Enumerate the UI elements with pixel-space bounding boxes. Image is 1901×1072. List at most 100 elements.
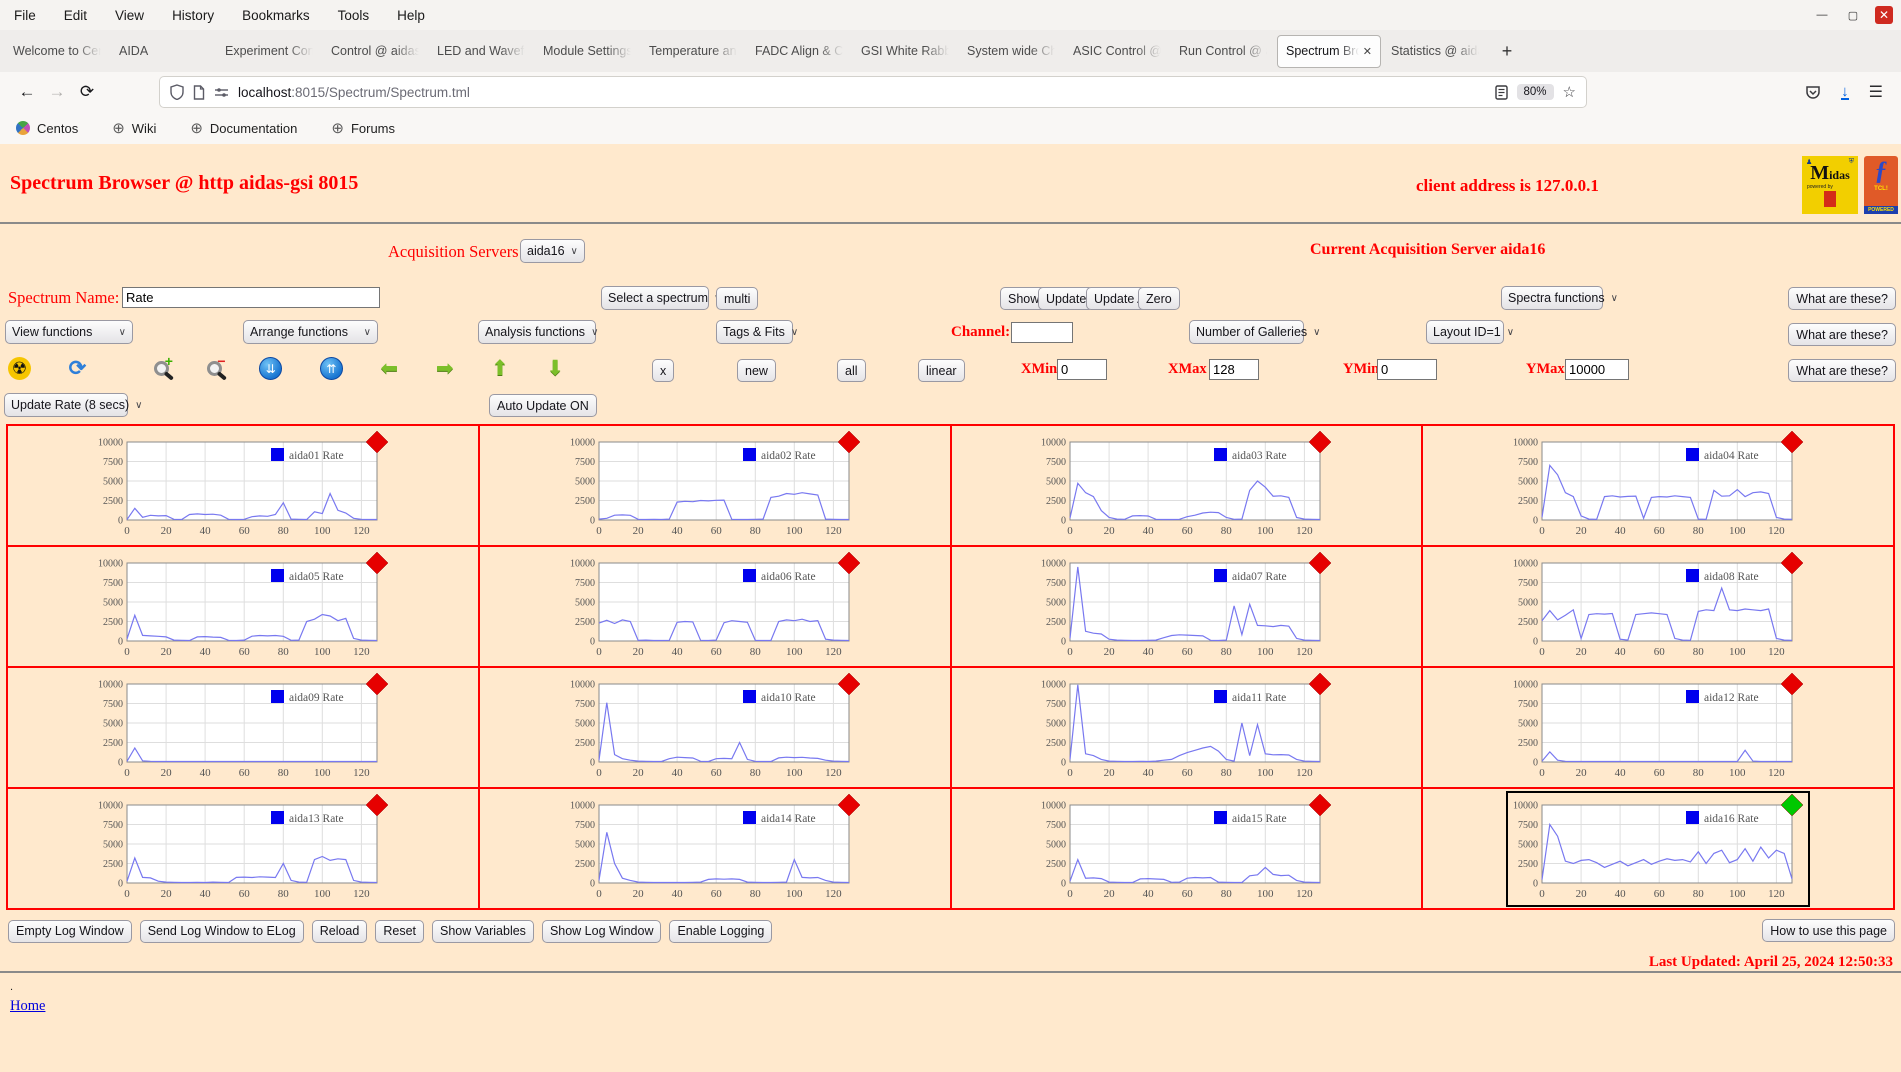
zoom-level-badge[interactable]: 80% [1516, 84, 1554, 100]
zero-button[interactable]: Zero [1138, 287, 1180, 310]
tab-14[interactable]: Statistics @ aidas [1383, 35, 1487, 68]
downloads-icon[interactable]: ↓ [1841, 84, 1849, 100]
channel-input[interactable] [1011, 322, 1073, 343]
chart-aida12[interactable]: 0 20 40 60 80 100 120 0 2500 5000 7500 10000 aida12 … [1508, 672, 1808, 784]
minimize-icon[interactable]: — [1813, 6, 1831, 24]
chart-aida13[interactable]: 0 20 40 60 80 100 120 0 2500 5000 7500 10000 aida13 … [93, 793, 393, 905]
chart-aida04[interactable]: 0 20 40 60 80 100 120 0 2500 5000 7500 10000 aida04 … [1508, 430, 1808, 542]
radiation-icon[interactable]: ☢ [8, 357, 31, 380]
tab-7[interactable]: Temperature and [641, 35, 745, 68]
select-spectrum-dropdown[interactable]: Select a spectrum∨ [601, 286, 721, 310]
move-right-icon[interactable]: ➡ [436, 356, 454, 381]
chart-aida07[interactable]: 0 20 40 60 80 100 120 0 2500 5000 7500 10000 aida07 … [1036, 551, 1336, 663]
tab-10[interactable]: System wide Che [959, 35, 1063, 68]
scroll-up-icon[interactable]: ⇈ [319, 357, 343, 380]
midas-logo[interactable]: ♟ ⛨ Midas powered by [1802, 156, 1858, 214]
reload-button[interactable]: Reload [311, 919, 368, 943]
analysis-functions-dropdown[interactable]: Analysis functions ∨ [478, 320, 598, 344]
tab-8[interactable]: FADC Align & Co [747, 35, 851, 68]
chart-aida06[interactable]: 0 20 40 60 80 100 120 0 2500 5000 7500 10000 aida06 … [565, 551, 865, 663]
chart-aida01[interactable]: 0 20 40 60 80 100 120 0 2500 5000 7500 10000 aida01 … [93, 430, 393, 542]
tab-4[interactable]: Control @ aidas-g [323, 35, 427, 68]
url-text[interactable]: localhost:8015/Spectrum/Spectrum.tml [238, 85, 470, 100]
arrange-functions-dropdown[interactable]: Arrange functions ∨ [243, 320, 378, 344]
chart-aida10[interactable]: 0 20 40 60 80 100 120 0 2500 5000 7500 10000 aida10 … [565, 672, 865, 784]
shield-icon[interactable] [170, 84, 184, 100]
chart-aida14[interactable]: 0 20 40 60 80 100 120 0 2500 5000 7500 10000 aida14 … [565, 793, 865, 905]
zoom-in-icon[interactable]: + [153, 354, 173, 376]
layout-id-dropdown[interactable]: Layout ID=1 ∨ [1426, 320, 1514, 344]
how-to-use-button[interactable]: How to use this page [1762, 919, 1895, 942]
ymin-input[interactable] [1377, 359, 1437, 380]
what-are-these-button-2[interactable]: What are these? [1788, 323, 1896, 346]
show-log-window-button[interactable]: Show Log Window [541, 919, 662, 943]
tab-11[interactable]: ASIC Control @ a [1065, 35, 1169, 68]
chart-aida08[interactable]: 0 20 40 60 80 100 120 0 2500 5000 7500 10000 aida08 … [1508, 551, 1808, 663]
send-log-window-to-elog-button[interactable]: Send Log Window to ELog [139, 919, 304, 943]
bookmark-star-icon[interactable]: ☆ [1563, 83, 1576, 101]
multi-button[interactable]: multi [716, 287, 759, 310]
url-bar[interactable]: localhost:8015/Spectrum/Spectrum.tml 80%… [160, 77, 1586, 107]
menu-history[interactable]: History [172, 8, 214, 23]
maximize-icon[interactable]: ▢ [1844, 6, 1862, 24]
linear-button[interactable]: linear [918, 359, 965, 382]
chart-aida09[interactable]: 0 20 40 60 80 100 120 0 2500 5000 7500 10000 aida09 … [93, 672, 393, 784]
tab-12[interactable]: Run Control @ ai [1171, 35, 1275, 68]
bookmark-centos[interactable]: Centos [13, 118, 78, 138]
ymax-input[interactable] [1565, 359, 1629, 380]
chart-aida15[interactable]: 0 20 40 60 80 100 120 0 2500 5000 7500 10000 aida15 … [1036, 793, 1336, 905]
tab-1[interactable]: Welcome to Cent [5, 35, 109, 68]
tab-6[interactable]: Module Settings S [535, 35, 639, 68]
scroll-down-icon[interactable]: ⇊ [259, 357, 283, 380]
move-down-icon[interactable]: ⬇ [546, 356, 564, 381]
menu-file[interactable]: File [14, 8, 36, 23]
tab-5[interactable]: LED and Wavefor [429, 35, 533, 68]
bookmark-forums[interactable]: ⊕ Forums [331, 121, 395, 136]
chart-aida05[interactable]: 0 20 40 60 80 100 120 0 2500 5000 7500 10000 aida05 … [93, 551, 393, 663]
show-variables-button[interactable]: Show Variables [432, 919, 534, 943]
bookmark-documentation[interactable]: ⊕ Documentation [190, 121, 297, 136]
what-are-these-button-1[interactable]: What are these? [1788, 287, 1896, 310]
spectra-functions-dropdown[interactable]: Spectra functions ∨ [1501, 286, 1618, 310]
chart-aida03[interactable]: 0 20 40 60 80 100 120 0 2500 5000 7500 10000 aida03 … [1036, 430, 1336, 542]
menu-view[interactable]: View [115, 8, 144, 23]
tab-3[interactable]: Experiment Contr [217, 35, 321, 68]
close-icon[interactable]: ✕ [1875, 6, 1893, 24]
tab-2[interactable]: AIDA [111, 35, 215, 68]
tags-fits-dropdown[interactable]: Tags & Fits ∨ [716, 320, 798, 344]
move-left-icon[interactable]: ⬅ [381, 356, 399, 381]
empty-log-window-button[interactable]: Empty Log Window [8, 919, 132, 943]
zoom-out-icon[interactable]: − [206, 354, 226, 376]
home-link[interactable]: Home [10, 998, 45, 1014]
what-are-these-button-3[interactable]: What are these? [1788, 359, 1896, 382]
x-axis-button[interactable]: x [652, 359, 675, 382]
enable-logging-button[interactable]: Enable Logging [669, 919, 773, 943]
permissions-icon[interactable] [214, 86, 229, 98]
reset-button[interactable]: Reset [375, 919, 424, 943]
view-functions-dropdown[interactable]: View functions ∨ [5, 320, 133, 344]
tab-9[interactable]: GSI White Rabbit [853, 35, 957, 68]
move-up-icon[interactable]: ⬆ [491, 356, 509, 381]
menu-tools[interactable]: Tools [338, 8, 370, 23]
page-icon[interactable] [193, 84, 205, 100]
auto-update-button[interactable]: Auto Update ON [489, 394, 597, 417]
pocket-icon[interactable] [1805, 85, 1821, 100]
tcl-logo[interactable]: ƒ TCL! POWERED [1864, 156, 1898, 214]
number-of-galleries-dropdown[interactable]: Number of Galleries ∨ [1189, 320, 1320, 344]
spectrum-name-input[interactable] [122, 287, 380, 308]
tab-close-icon[interactable]: ✕ [1363, 45, 1372, 58]
back-icon[interactable]: ← [12, 82, 42, 102]
bookmark-wiki[interactable]: ⊕ Wiki [112, 121, 156, 136]
all-button[interactable]: all [837, 359, 866, 382]
new-tab-button[interactable]: + [1494, 38, 1520, 64]
app-menu-icon[interactable]: ☰ [1869, 82, 1883, 102]
reader-mode-icon[interactable] [1494, 84, 1508, 100]
menu-help[interactable]: Help [397, 8, 425, 23]
reload-icon[interactable]: ⟳ [72, 82, 102, 102]
menu-bookmarks[interactable]: Bookmarks [242, 8, 310, 23]
xmax-input[interactable] [1209, 359, 1259, 380]
tab-13[interactable]: Spectrum Brow ✕ [1277, 34, 1381, 68]
menu-edit[interactable]: Edit [64, 8, 87, 23]
chart-aida11[interactable]: 0 20 40 60 80 100 120 0 2500 5000 7500 10000 aida11 … [1036, 672, 1336, 784]
update-rate-dropdown[interactable]: Update Rate (8 secs) ∨ [4, 393, 142, 417]
